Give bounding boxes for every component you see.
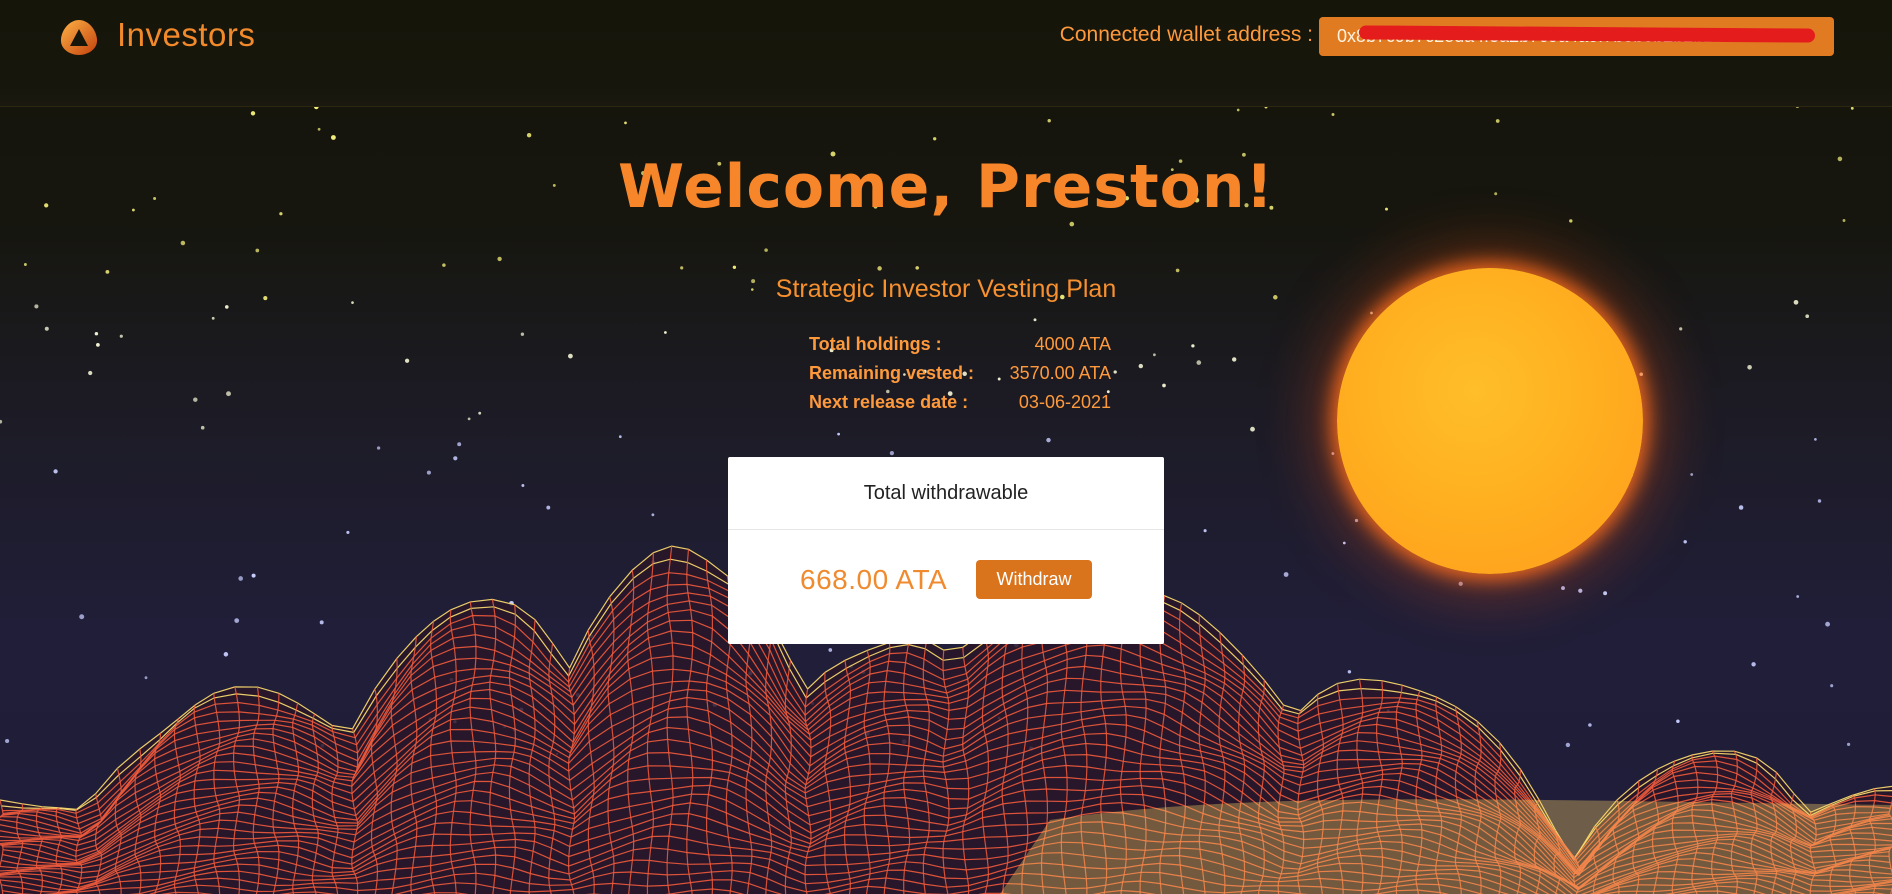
stat-row-remaining-vested: Remaining vested : 3570.00 ATA [809, 363, 1111, 392]
top-header: Investors Connected wallet address : 0x8… [0, 0, 1892, 107]
stat-label: Remaining vested : [809, 363, 975, 383]
stat-row-total-holdings: Total holdings : 4000 ATA [809, 334, 1111, 363]
stat-value: 3570.00 ATA [1009, 363, 1111, 383]
card-title: Total withdrawable [728, 457, 1164, 530]
card-body: 668.00 ATA Withdraw [728, 530, 1164, 644]
holdings-summary: Total holdings : 4000 ATA Remaining vest… [809, 334, 1111, 421]
terrain-glow [1000, 799, 1892, 894]
stat-value: 4000 ATA [1034, 334, 1111, 354]
welcome-heading: Welcome, Preston! [618, 152, 1274, 222]
vesting-plan-title: Strategic Investor Vesting Plan [775, 275, 1117, 303]
stat-value: 03-06-2021 [1018, 392, 1111, 412]
stat-row-next-release-date: Next release date : 03-06-2021 [809, 392, 1111, 421]
withdraw-button[interactable]: Withdraw [976, 560, 1092, 599]
wireframe-mountains-background [0, 545, 1892, 894]
stat-label: Next release date : [809, 392, 969, 412]
wallet-address-box[interactable]: 0x8b7c9b7c2eda4f3a2b7c9a4a0f7b0b0b2b2b2b… [1319, 17, 1834, 56]
withdrawable-amount: 668.00 ATA [800, 564, 948, 595]
brand-title[interactable]: Investors [117, 16, 255, 54]
wallet-address-label: Connected wallet address : [1059, 23, 1313, 46]
stat-label: Total holdings : [809, 334, 942, 354]
withdrawable-card: Total withdrawable 668.00 ATA Withdraw [728, 457, 1164, 644]
investors-logo-icon [60, 20, 98, 55]
